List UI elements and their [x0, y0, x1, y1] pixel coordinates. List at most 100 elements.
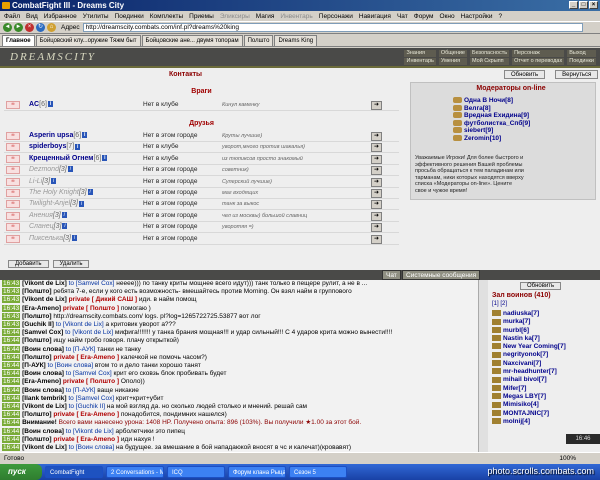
tab-system-messages[interactable]: Системные сообщения — [402, 270, 481, 280]
user-item[interactable]: murbl[6] — [492, 327, 566, 335]
chat-recipient[interactable]: to [Samvel Cox] — [66, 370, 112, 377]
chat-nick[interactable]: [Guchik II] — [22, 321, 54, 328]
user-item[interactable]: mihail bivol[7] — [492, 376, 566, 384]
chat-time[interactable]: 16:44 — [2, 435, 21, 443]
chat-private-recipient[interactable]: private [ Era-Ameno ] — [53, 411, 119, 418]
user-name[interactable]: Mimisiko — [503, 401, 531, 408]
header-nav-link[interactable]: Инвентарь — [404, 58, 436, 65]
user-item[interactable]: mr-headhunter[7] — [492, 368, 566, 376]
menu-item[interactable]: Приемы — [189, 13, 214, 20]
contact-name[interactable]: Li-Li[3] i — [29, 177, 57, 185]
moderator-name[interactable]: Zeromin — [464, 135, 490, 142]
chat-time[interactable]: 16:43 — [2, 304, 21, 312]
chat-recipient[interactable]: to [Samvel Cox] — [69, 280, 115, 287]
info-icon[interactable]: i — [51, 177, 57, 184]
chat-nick[interactable]: [Воин слова] — [22, 387, 64, 394]
chat-private-recipient[interactable]: private [ Дикий САШ ] — [69, 296, 138, 303]
chat-nick[interactable]: [Полшто] — [22, 337, 51, 344]
info-icon[interactable]: i — [62, 223, 68, 230]
private-message-button[interactable]: ➜ — [371, 101, 382, 110]
moderator-item[interactable]: Одна В Ночи[8] — [453, 97, 530, 105]
menu-item[interactable]: Комплекты — [150, 13, 183, 20]
menu-item[interactable]: Утилиты — [83, 13, 109, 20]
chat-time[interactable]: 16:44 — [2, 419, 21, 427]
private-message-button[interactable]: ➜ — [371, 166, 382, 176]
chat-nick[interactable]: [Полшто] — [22, 436, 51, 443]
chat-time[interactable]: 16:44 — [2, 345, 21, 353]
moderator-item[interactable]: siebert[9] — [453, 127, 530, 135]
contact-name[interactable]: Asperin upsa[6] i — [29, 132, 88, 139]
user-name[interactable]: mr-headhunter — [503, 368, 549, 375]
menu-item[interactable]: Форум — [414, 13, 434, 20]
user-name[interactable]: nadiuska — [503, 310, 531, 317]
chat-time[interactable]: 16:43 — [2, 296, 21, 304]
menu-item[interactable]: Избранное — [44, 13, 77, 20]
private-message-button[interactable]: ➜ — [371, 189, 382, 198]
mail-icon[interactable]: ✉ — [6, 166, 20, 175]
moderator-name[interactable]: Одна В Ночи — [464, 97, 505, 104]
browser-tab[interactable]: Dreams King — [274, 35, 318, 46]
info-icon[interactable]: i — [87, 189, 93, 196]
mail-icon[interactable]: ✉ — [6, 101, 20, 109]
chat-time[interactable]: 16:44 — [2, 329, 21, 337]
user-item[interactable]: New Year Coming[7] — [492, 343, 566, 351]
private-message-button[interactable]: ➜ — [371, 211, 382, 221]
browser-tab[interactable]: Полшто — [243, 35, 274, 46]
contact-nick[interactable]: AC — [29, 101, 39, 108]
user-name[interactable]: murbl — [503, 327, 521, 334]
mail-icon[interactable]: ✉ — [6, 143, 20, 152]
mail-icon[interactable]: ✉ — [6, 132, 20, 140]
mail-icon[interactable]: ✉ — [6, 234, 20, 243]
header-nav-link[interactable]: Знания — [404, 50, 436, 57]
contact-nick[interactable]: Анения — [29, 212, 53, 219]
user-item[interactable]: nadiuska[7] — [492, 310, 566, 318]
menu-item[interactable]: Файл — [4, 13, 20, 20]
maximize-icon[interactable]: □ — [579, 1, 588, 9]
chat-recipient[interactable]: to [Vikont de Lix] — [56, 321, 104, 328]
info-icon[interactable]: i — [71, 234, 77, 241]
minimize-icon[interactable]: _ — [569, 1, 578, 9]
moderator-item[interactable]: Вредная Ехидина[9] — [453, 112, 530, 120]
chat-recipient[interactable]: to [П-АУК] — [66, 346, 96, 353]
contact-name[interactable]: Dezmond[3] i — [29, 166, 73, 173]
user-name[interactable]: mihail bivol — [503, 376, 539, 383]
window-titlebar[interactable]: CombatFight III - Dreams City _ □ × — [0, 0, 600, 11]
address-input[interactable] — [82, 23, 583, 32]
contact-nick[interactable]: Twilight-Anjel — [29, 200, 70, 207]
user-item[interactable]: Nastin ka[7] — [492, 335, 566, 343]
back-icon[interactable]: ◄ — [3, 23, 12, 32]
chat-nick[interactable]: [Полшто] — [22, 313, 51, 320]
header-nav-link[interactable]: Поединки — [567, 58, 596, 65]
contact-name[interactable]: Сланец[3] i — [29, 223, 68, 230]
info-icon[interactable]: i — [102, 154, 108, 161]
chat-time[interactable]: 16:44 — [2, 427, 21, 435]
refresh-button[interactable]: Обновить — [504, 70, 546, 79]
user-name[interactable]: New Year Coming — [503, 343, 558, 350]
home-icon[interactable]: ⌂ — [47, 23, 56, 32]
chat-nick[interactable]: [Vikont de Lix] — [22, 296, 67, 303]
chat-time[interactable]: 16:44 — [2, 444, 21, 452]
moderator-name[interactable]: Вредная Ехидина — [464, 112, 521, 119]
info-icon[interactable]: i — [75, 143, 81, 150]
chat-recipient[interactable]: to [П-АУК] — [66, 387, 96, 394]
chat-private-recipient[interactable]: private [ Полшто ] — [63, 305, 119, 312]
info-icon[interactable]: i — [67, 166, 73, 173]
user-name[interactable]: murka — [503, 318, 523, 325]
menu-item[interactable]: Окно — [440, 13, 455, 20]
private-message-button[interactable]: ➜ — [371, 154, 382, 164]
contact-name[interactable]: AC[6] i — [29, 101, 53, 108]
private-message-button[interactable]: ➜ — [371, 132, 382, 141]
private-message-button[interactable]: ➜ — [371, 200, 382, 210]
menu-item[interactable]: Чат — [397, 13, 408, 20]
header-nav-link[interactable]: Отчет о переводах — [512, 58, 565, 65]
menu-item[interactable]: Поединки — [115, 13, 144, 20]
delete-contact-button[interactable]: Удалить — [52, 260, 90, 268]
contact-nick[interactable]: The Holy Knight — [29, 189, 79, 196]
contact-name[interactable]: spiderboys[7] i — [29, 143, 81, 150]
mail-icon[interactable]: ✉ — [6, 189, 20, 197]
moderator-name[interactable]: siebert — [464, 127, 485, 134]
user-name[interactable]: Megas LBY — [503, 393, 538, 400]
stop-icon[interactable]: × — [25, 23, 34, 32]
chat-nick[interactable]: [Vikont de Lix] — [22, 403, 67, 410]
contact-name[interactable]: Twilight-Anjel[3] i — [29, 200, 84, 207]
